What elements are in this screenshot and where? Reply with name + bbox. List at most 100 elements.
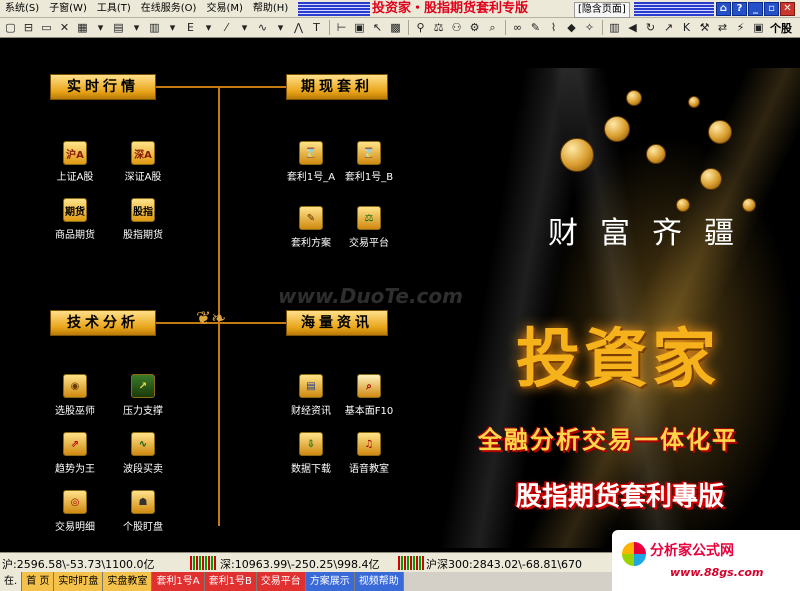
wizard-icon[interactable]: ◉: [63, 374, 87, 398]
support-resistance-label[interactable]: 压力支撑: [108, 402, 178, 417]
indicator-icon[interactable]: ⋀: [290, 19, 307, 36]
section-technical-header[interactable]: 技术分析: [50, 310, 156, 336]
table-icon[interactable]: ▤: [110, 19, 127, 36]
menu-tools[interactable]: 工具(T): [92, 0, 136, 18]
tools-icon[interactable]: ⚒: [696, 19, 713, 36]
commodity-futures-icon[interactable]: 期货: [63, 198, 87, 222]
search-icon[interactable]: ⌕: [484, 19, 501, 36]
help-icon[interactable]: ?: [732, 2, 747, 16]
cursor-icon[interactable]: ↖: [369, 19, 386, 36]
matrix-icon[interactable]: ▩: [387, 19, 404, 36]
split-window-icon[interactable]: ⊟: [20, 19, 37, 36]
link-icon[interactable]: ∞: [509, 19, 526, 36]
lightning-icon[interactable]: ⚡: [732, 19, 749, 36]
pen-icon[interactable]: ✎: [527, 19, 544, 36]
tab-live-classroom[interactable]: 实盘教室: [103, 572, 153, 591]
section-arbitrage-header[interactable]: 期现套利: [286, 74, 388, 100]
tab-arbitrage-a[interactable]: 套利1号A: [152, 572, 205, 591]
e-icon[interactable]: E: [182, 19, 199, 36]
dropdown-icon[interactable]: ▾: [92, 19, 109, 36]
wave-trade-label[interactable]: 波段买卖: [108, 460, 178, 475]
compass-icon[interactable]: ✧: [581, 19, 598, 36]
finance-news-icon[interactable]: ▤: [299, 374, 323, 398]
text-icon[interactable]: T: [308, 19, 325, 36]
gear-icon[interactable]: ⚙: [466, 19, 483, 36]
arrow-icon[interactable]: ↗: [660, 19, 677, 36]
index-futures-icon[interactable]: 股指: [131, 198, 155, 222]
columns-icon[interactable]: ▥: [606, 19, 623, 36]
sz-a-share-label[interactable]: 深证A股: [108, 168, 178, 183]
index-futures-label[interactable]: 股指期货: [108, 226, 178, 241]
tab-trading-platform[interactable]: 交易平台: [256, 572, 306, 591]
download-icon[interactable]: ⇩: [299, 432, 323, 456]
commodity-futures-label[interactable]: 商品期货: [40, 226, 110, 241]
menu-subwindow[interactable]: 子窗(W): [44, 0, 92, 18]
ticker-hs300-index: 沪深300:2843.02\-68.81\670: [426, 558, 583, 571]
target-icon[interactable]: ◎: [63, 490, 87, 514]
trend-king-label[interactable]: 趋势为王: [40, 460, 110, 475]
plan-edit-icon[interactable]: ✎: [299, 206, 323, 230]
trading-platform-icon[interactable]: ⚖: [357, 206, 381, 230]
tree-icon[interactable]: ⊢: [333, 19, 350, 36]
save-icon[interactable]: ▣: [750, 19, 767, 36]
wave-trade-icon[interactable]: ∿: [131, 432, 155, 456]
dropdown-icon[interactable]: ▾: [128, 19, 145, 36]
menu-system[interactable]: 系统(S): [0, 0, 44, 18]
hide-page-button[interactable]: [隐含页面]: [574, 2, 630, 18]
line-tool-icon[interactable]: ⁄: [218, 19, 235, 36]
tab-home[interactable]: 首 页: [22, 572, 55, 591]
trend-arrow-icon[interactable]: ⇗: [63, 432, 87, 456]
minimize-icon[interactable]: _: [748, 2, 763, 16]
window-icon[interactable]: ▣: [351, 19, 368, 36]
magnifier-icon[interactable]: ⌕: [357, 374, 381, 398]
sh-a-share-label[interactable]: 上证A股: [40, 168, 110, 183]
home-icon[interactable]: ⌂: [716, 2, 731, 16]
section-news-header[interactable]: 海量资讯: [286, 310, 388, 336]
monitor-icon[interactable]: ☗: [131, 490, 155, 514]
tab-realtime-watch[interactable]: 实时盯盘: [54, 572, 104, 591]
tab-scroll[interactable]: 在.: [0, 572, 23, 591]
dropdown-icon[interactable]: ▾: [164, 19, 181, 36]
trading-platform-label[interactable]: 交易平台: [334, 234, 404, 249]
sh-a-share-icon[interactable]: 沪A: [63, 141, 87, 165]
restore-icon[interactable]: ▫: [764, 2, 779, 16]
stock-watch-label[interactable]: 个股盯盘: [108, 518, 178, 533]
sz-a-share-icon[interactable]: 深A: [131, 141, 155, 165]
close-icon[interactable]: ✕: [780, 2, 795, 16]
refresh-icon[interactable]: ↻: [642, 19, 659, 36]
graph-icon[interactable]: ⌇: [545, 19, 562, 36]
close-window-icon[interactable]: ✕: [56, 19, 73, 36]
bar-chart-icon[interactable]: ▥: [146, 19, 163, 36]
menu-trade[interactable]: 交易(M): [201, 0, 247, 18]
tab-plan-display[interactable]: 方案展示: [305, 572, 355, 591]
dropdown-icon[interactable]: ▾: [272, 19, 289, 36]
section-realtime-header[interactable]: 实时行情: [50, 74, 156, 100]
hourglass-icon[interactable]: ⌛: [299, 141, 323, 165]
tab-arbitrage-b[interactable]: 套利1号B: [204, 572, 257, 591]
classroom-icon[interactable]: ♫: [357, 432, 381, 456]
diamond-icon[interactable]: ◆: [563, 19, 580, 36]
back-icon[interactable]: ◀: [624, 19, 641, 36]
dropdown-icon[interactable]: ▾: [200, 19, 217, 36]
fundamentals-label[interactable]: 基本面F10: [334, 402, 404, 417]
arrows-icon[interactable]: ⇄: [714, 19, 731, 36]
dropdown-icon[interactable]: ▾: [236, 19, 253, 36]
arbitrage-b-label[interactable]: 套利1号_B: [334, 168, 404, 183]
trade-detail-label[interactable]: 交易明细: [40, 518, 110, 533]
people-icon[interactable]: ⚇: [448, 19, 465, 36]
stock-wizard-label[interactable]: 选股巫师: [40, 402, 110, 417]
menu-help[interactable]: 帮助(H): [248, 0, 293, 18]
signal-icon[interactable]: ⚲: [412, 19, 429, 36]
menu-online-service[interactable]: 在线服务(O): [136, 0, 202, 18]
k-icon[interactable]: K: [678, 19, 695, 36]
wave-icon[interactable]: ∿: [254, 19, 271, 36]
scale-icon[interactable]: ⚖: [430, 19, 447, 36]
stock-label[interactable]: 个股: [770, 20, 792, 36]
layout-icon[interactable]: ▭: [38, 19, 55, 36]
tab-video-help[interactable]: 视频帮助: [354, 572, 404, 591]
hourglass-icon[interactable]: ⌛: [357, 141, 381, 165]
grid-icon[interactable]: ▦: [74, 19, 91, 36]
trend-chart-icon[interactable]: ↗: [131, 374, 155, 398]
voice-classroom-label[interactable]: 语音教室: [334, 460, 404, 475]
new-page-icon[interactable]: ▢: [2, 19, 19, 36]
